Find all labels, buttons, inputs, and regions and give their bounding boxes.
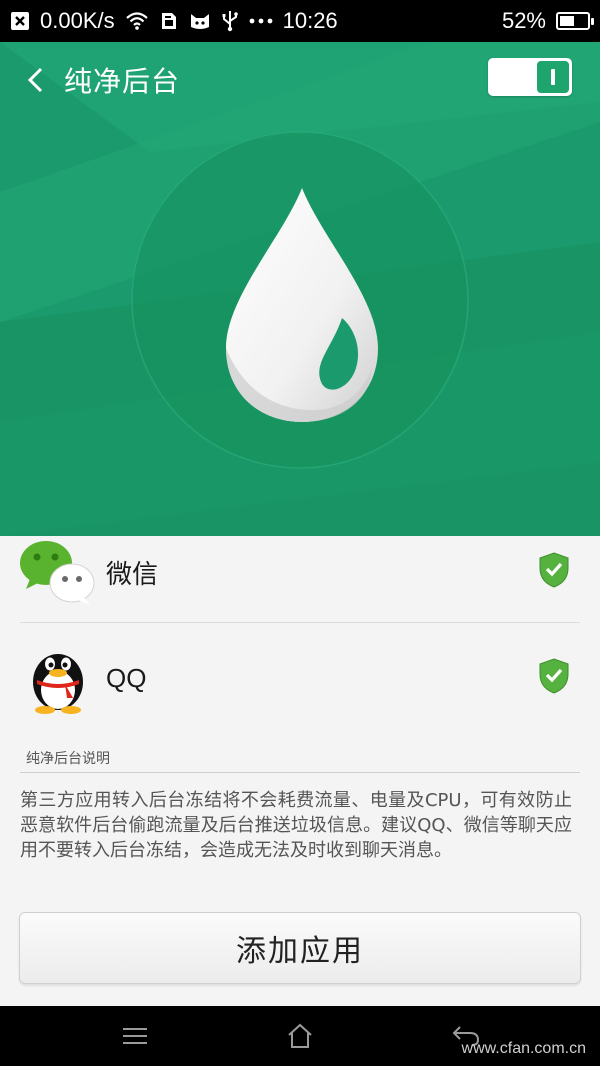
wifi-icon: [125, 11, 149, 31]
watermark: www.cfan.com.cn: [461, 1040, 586, 1057]
menu-icon: [123, 1028, 147, 1044]
divider: [20, 622, 580, 623]
battery-percent: 52%: [501, 8, 546, 33]
shield-check-icon: [538, 658, 570, 698]
description-text: 第三方应用转入后台冻结将不会耗费流量、电量及CPU，可有效防止恶意软件后台偷跑流…: [20, 790, 572, 861]
app-row-qq[interactable]: QQ: [0, 624, 600, 732]
close-box-icon: [10, 11, 30, 31]
home-icon: [288, 1023, 312, 1048]
wechat-icon: [18, 532, 98, 612]
menu-button[interactable]: [115, 1020, 155, 1052]
network-speed: 0.00K/s: [40, 8, 115, 33]
hero-banner: 纯净后台: [0, 42, 600, 536]
clock: 10:26: [282, 8, 338, 33]
cat-face-icon: [189, 11, 211, 31]
navigation-bar: www.cfan.com.cn: [0, 1006, 600, 1066]
back-button[interactable]: [10, 50, 60, 110]
chevron-left-icon: [27, 67, 43, 93]
pure-background-toggle[interactable]: [488, 58, 572, 96]
more-dots-icon: [249, 18, 273, 24]
usb-icon: [221, 10, 239, 32]
app-name-qq: QQ: [106, 662, 147, 693]
status-bar: 0.00K/s 10:26 52%: [0, 0, 600, 42]
water-drop-icon: [226, 188, 378, 422]
app-name-wechat: 微信: [106, 558, 159, 589]
app-row-wechat[interactable]: 微信: [0, 518, 600, 626]
section-divider: [20, 772, 580, 773]
home-button[interactable]: [280, 1020, 320, 1052]
section-label: 纯净后台说明: [26, 751, 110, 767]
sim-card-icon: [159, 11, 179, 31]
shield-check-icon: [538, 552, 570, 592]
page-title: 纯净后台: [64, 65, 181, 98]
battery-icon: [556, 12, 594, 30]
qq-penguin-icon: [18, 638, 98, 718]
toggle-knob: [537, 61, 569, 93]
add-app-button[interactable]: 添加应用: [19, 912, 581, 984]
